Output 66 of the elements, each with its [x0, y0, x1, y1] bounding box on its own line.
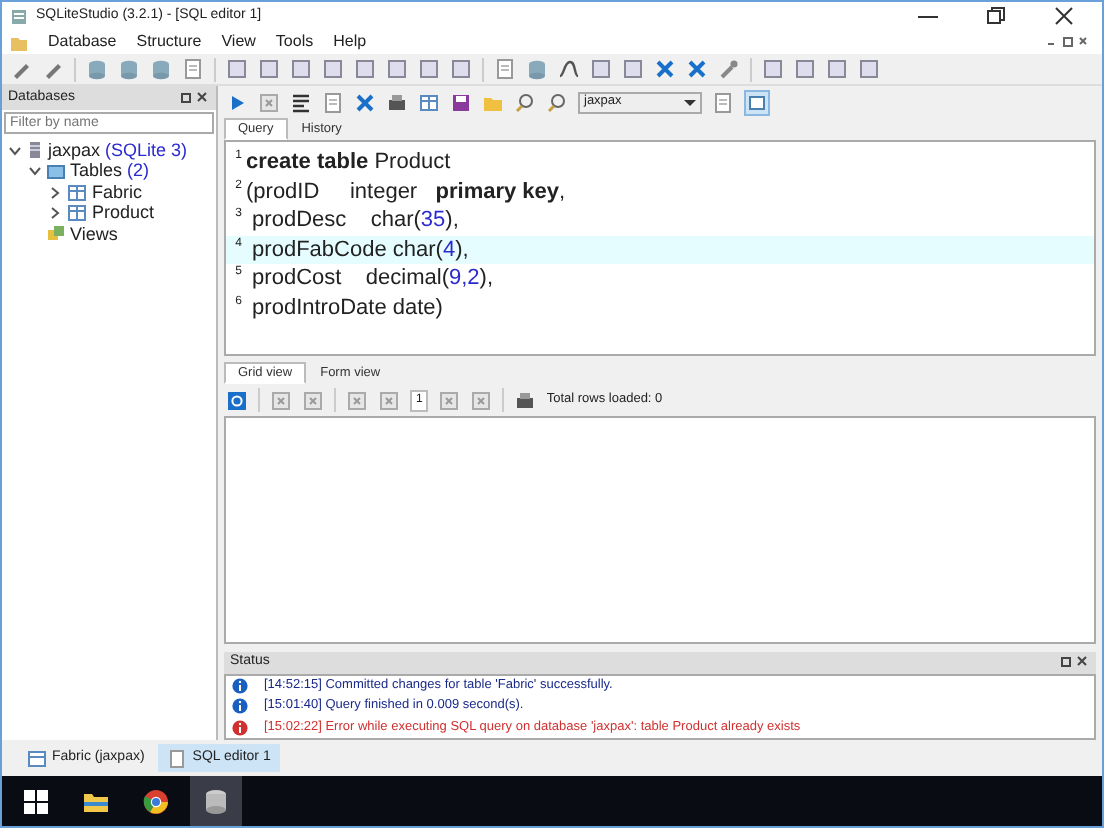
menu-item[interactable]: Structure: [136, 30, 202, 54]
views-icon: [46, 224, 66, 245]
page-icon[interactable]: [712, 91, 734, 113]
window-controls-icon[interactable]: [1046, 34, 1090, 50]
browser-icon[interactable]: [142, 787, 170, 815]
tree-item[interactable]: jaxpax (SQLite 3): [48, 137, 188, 164]
square-icon[interactable]: [322, 58, 344, 80]
square-icon[interactable]: [226, 58, 248, 80]
code-line: prodIntroDate date): [250, 293, 443, 323]
app-icon: [10, 7, 28, 25]
database-icon[interactable]: [202, 787, 230, 815]
square-icon[interactable]: [826, 58, 848, 80]
pencil-icon[interactable]: [42, 58, 64, 80]
square-icon[interactable]: [386, 58, 408, 80]
menu-item[interactable]: Tools: [275, 30, 314, 54]
square-icon[interactable]: [418, 58, 440, 80]
square-icon[interactable]: [258, 58, 280, 80]
table-icon: [66, 181, 88, 204]
square-icon[interactable]: [590, 58, 612, 80]
page-icon[interactable]: [182, 58, 204, 80]
table-icon: [66, 202, 88, 225]
menu-item[interactable]: View: [221, 30, 256, 54]
expanded-caret-icon[interactable]: [8, 143, 22, 158]
tree-item[interactable]: Tables (2): [70, 158, 150, 185]
code-line: prodCost decimal(9,2),: [250, 264, 494, 294]
pencil-icon[interactable]: [10, 58, 32, 80]
square-icon[interactable]: [762, 58, 784, 80]
search-icon[interactable]: [546, 91, 568, 113]
menu-item[interactable]: Help: [333, 30, 367, 54]
code-line: prodFabCode char(4),: [250, 235, 469, 265]
search-icon[interactable]: [514, 91, 536, 113]
play-icon[interactable]: [226, 91, 248, 113]
panel-layout-icon[interactable]: [744, 89, 770, 115]
tree-item[interactable]: Fabric: [92, 179, 143, 206]
format-icon[interactable]: [290, 91, 312, 113]
table-icon[interactable]: [418, 91, 440, 113]
page-icon[interactable]: [494, 58, 516, 80]
square-icon[interactable]: [354, 58, 376, 80]
tree-item[interactable]: Product: [92, 200, 155, 227]
square-icon[interactable]: [290, 58, 312, 80]
windows-logo-icon[interactable]: [22, 787, 50, 815]
printer-icon[interactable]: [514, 389, 537, 411]
dropdown-caret-icon: [684, 97, 696, 107]
collapsed-caret-icon[interactable]: [48, 206, 62, 221]
page-icon: [168, 749, 187, 767]
expanded-caret-icon[interactable]: [28, 164, 42, 179]
tree-item[interactable]: Views: [70, 221, 118, 248]
info-icon: [232, 698, 248, 715]
wrench-icon[interactable]: [718, 58, 740, 80]
printer-icon[interactable]: [386, 91, 408, 113]
square-icon[interactable]: [450, 58, 472, 80]
square-icon[interactable]: [858, 58, 880, 80]
code-line: create table Product: [246, 148, 451, 178]
code-line: prodDesc char(35),: [250, 206, 459, 236]
function-curve-icon[interactable]: [558, 58, 580, 80]
square-icon[interactable]: [794, 58, 816, 80]
float-close-icon[interactable]: [178, 90, 210, 106]
code-line: (prodID integer primary key,: [246, 177, 566, 207]
float-close-icon[interactable]: [1058, 654, 1090, 671]
page-icon[interactable]: [322, 91, 344, 113]
table-icon: [28, 749, 46, 767]
collapsed-caret-icon[interactable]: [48, 185, 62, 200]
database-icon: [26, 140, 44, 161]
menu-item[interactable]: Database: [48, 30, 117, 54]
square-icon[interactable]: [622, 58, 644, 80]
refresh-icon[interactable]: [226, 389, 248, 411]
